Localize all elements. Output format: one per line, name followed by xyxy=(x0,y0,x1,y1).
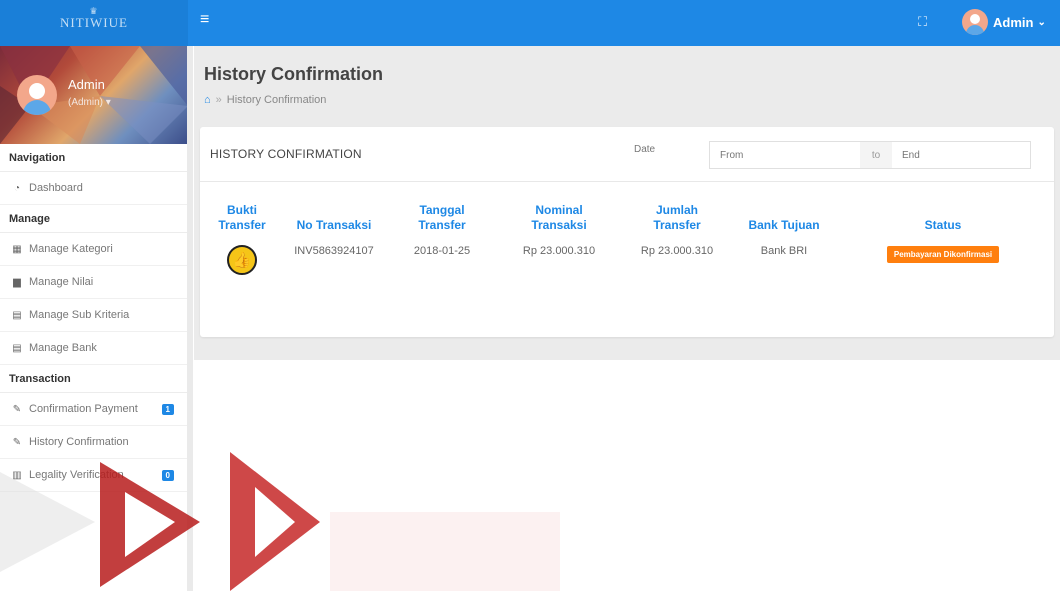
date-to-label: to xyxy=(860,142,892,168)
top-navbar: ♛ NITIWIUE ≡ ⛶ Admin ⌄ xyxy=(0,0,1060,46)
home-icon[interactable]: ⌂ xyxy=(204,94,211,106)
chevron-down-icon: ⌄ xyxy=(1037,16,1046,28)
sidebar-item-manage-kategori[interactable]: ▦ Manage Kategori xyxy=(0,233,187,266)
sidebar-item-history-confirmation[interactable]: ✎ History Confirmation xyxy=(0,426,187,459)
bukti-cell: 👍 xyxy=(200,239,284,275)
avatar xyxy=(962,9,988,35)
page-title: History Confirmation xyxy=(204,64,384,84)
brand-area[interactable]: ♛ NITIWIUE xyxy=(0,0,188,46)
sidebar-item-dashboard[interactable]: ◔ Dashboard xyxy=(0,172,187,205)
section-navigation: Navigation xyxy=(0,144,187,172)
sidebar-item-label: History Confirmation xyxy=(29,436,129,448)
dashboard-icon: ◔ xyxy=(13,182,21,194)
crown-icon: ♛ xyxy=(89,6,99,16)
sidebar-profile: Admin (Admin) ▾ xyxy=(0,46,187,144)
status-badge: Pembayaran Dikonfirmasi xyxy=(886,246,1000,263)
avatar xyxy=(17,75,57,115)
sidebar-item-manage-bank[interactable]: ▤ Manage Bank xyxy=(0,332,187,365)
history-card: HISTORY CONFIRMATION Date to Bukti Trans… xyxy=(200,127,1054,337)
sidebar-item-manage-nilai[interactable]: ▆ Manage Nilai xyxy=(0,266,187,299)
column-header: Bank Tujuan xyxy=(748,218,820,232)
status-cell: Pembayaran Dikonfirmasi xyxy=(832,239,1054,275)
column-header: Tanggal Transfer xyxy=(418,203,466,232)
card-title: HISTORY CONFIRMATION xyxy=(210,147,362,161)
pencil-icon: ✎ xyxy=(12,403,22,415)
pencil-icon: ✎ xyxy=(12,436,22,448)
card-header: HISTORY CONFIRMATION Date to xyxy=(200,127,1054,182)
table-header-row: Bukti Transfer No Transaksi Tanggal Tran… xyxy=(200,203,1054,239)
user-name: Admin xyxy=(993,14,1034,30)
column-header: No Transaksi xyxy=(296,218,372,232)
sidebar-item-label: Confirmation Payment xyxy=(29,403,138,415)
column-header: Jumlah Transfer xyxy=(653,203,701,232)
grid-icon: ▦ xyxy=(12,243,22,255)
date-range-filter: to xyxy=(709,141,1031,169)
sidebar-item-label: Manage Nilai xyxy=(29,276,94,288)
history-table: Bukti Transfer No Transaksi Tanggal Tran… xyxy=(200,203,1054,275)
sidebar-item-label: Legality Verification xyxy=(29,469,124,481)
sidebar: Admin (Admin) ▾ Navigation ◔ Dashboard M… xyxy=(0,46,193,591)
section-manage: Manage xyxy=(0,205,187,233)
content-header: History Confirmation ⌂ » History Confirm… xyxy=(194,46,1060,360)
column-header: Bukti Transfer xyxy=(218,203,266,232)
date-from-input[interactable] xyxy=(710,142,860,168)
no-transaksi-cell: INV5863924107 xyxy=(294,245,374,257)
date-end-input[interactable] xyxy=(892,142,1030,168)
sidebar-item-label: Manage Sub Kriteria xyxy=(29,309,130,321)
section-transaction: Transaction xyxy=(0,365,187,393)
nominal-cell: Rp 23.000.310 xyxy=(522,245,596,257)
bank-cell: Bank BRI xyxy=(760,245,808,257)
hamburger-icon[interactable]: ≡ xyxy=(200,12,214,28)
table-icon: ▤ xyxy=(12,309,22,321)
profile-role-dropdown[interactable]: (Admin) ▾ xyxy=(68,97,111,108)
brand-text: NITIWIUE xyxy=(60,15,128,30)
brand-logo: ♛ NITIWIUE xyxy=(60,6,128,31)
document-icon: ▥ xyxy=(12,469,22,481)
book-icon: ▆ xyxy=(13,276,21,288)
main-content: History Confirmation ⌂ » History Confirm… xyxy=(194,46,1060,591)
user-menu[interactable]: Admin ⌄ xyxy=(962,9,1046,35)
jumlah-cell: Rp 23.000.310 xyxy=(640,245,714,257)
tanggal-cell: 2018-01-25 xyxy=(413,245,471,257)
count-badge: 0 xyxy=(161,470,174,481)
sidebar-item-legality-verification[interactable]: ▥ Legality Verification 0 xyxy=(0,459,187,492)
sidebar-item-label: Manage Kategori xyxy=(29,243,113,255)
table-row: 👍 INV5863924107 2018-01-25 Rp 23.000.310… xyxy=(200,239,1054,275)
date-label: Date xyxy=(634,144,656,155)
sidebar-item-manage-sub-kriteria[interactable]: ▤ Manage Sub Kriteria xyxy=(0,299,187,332)
column-header: Status xyxy=(924,218,962,232)
breadcrumb-current: History Confirmation xyxy=(226,94,327,106)
fullscreen-icon[interactable]: ⛶ xyxy=(918,14,927,30)
column-header: Nominal Transaksi xyxy=(531,203,587,232)
sidebar-item-label: Manage Bank xyxy=(29,342,97,354)
breadcrumb: ⌂ » History Confirmation xyxy=(204,94,326,106)
thumbs-up-icon[interactable]: 👍 xyxy=(227,245,257,275)
breadcrumb-separator: » xyxy=(215,94,222,106)
table-icon: ▤ xyxy=(12,342,22,354)
sidebar-item-confirmation-payment[interactable]: ✎ Confirmation Payment 1 xyxy=(0,393,187,426)
count-badge: 1 xyxy=(161,404,174,415)
profile-name: Admin xyxy=(68,77,105,92)
sidebar-item-label: Dashboard xyxy=(29,182,83,194)
